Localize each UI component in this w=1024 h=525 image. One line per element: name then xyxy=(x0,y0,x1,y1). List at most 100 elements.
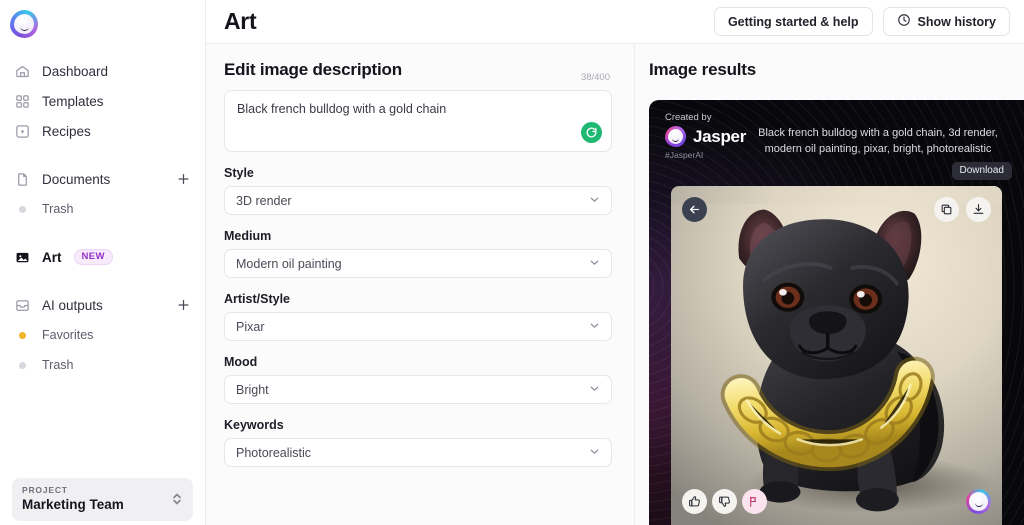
content: Edit image description 38/400 Black fren… xyxy=(206,44,1024,525)
select-value: 3D render xyxy=(236,193,292,208)
panel-fade xyxy=(206,465,634,525)
field-label: Keywords xyxy=(224,418,284,432)
sidebar-item-label: Dashboard xyxy=(42,63,109,79)
refresh-icon[interactable] xyxy=(581,122,602,143)
chevron-up-down-icon xyxy=(171,491,183,507)
inbox-icon xyxy=(14,297,30,313)
artist-style-select[interactable]: Pixar xyxy=(224,312,612,341)
page-title: Art xyxy=(224,8,257,34)
sidebar-item-label: Trash xyxy=(42,358,74,372)
grid-icon xyxy=(14,93,30,109)
field-mood: Mood Bright xyxy=(224,355,612,404)
card-header: Created by Jasper #JasperAI Black french… xyxy=(649,100,1024,160)
brand-tag: #JasperAI xyxy=(665,150,704,160)
chevron-down-icon xyxy=(588,256,601,272)
description-value: Black french bulldog with a gold chain xyxy=(237,102,447,116)
getting-started-help-button[interactable]: Getting started & help xyxy=(713,7,873,36)
jasper-watermark-icon[interactable] xyxy=(966,489,991,514)
field-label: Mood xyxy=(224,355,258,369)
project-caption: PROJECT xyxy=(22,485,68,495)
chevron-down-icon xyxy=(588,445,601,461)
sidebar-item-label: Favorites xyxy=(42,328,94,342)
medium-select[interactable]: Modern oil painting xyxy=(224,249,612,278)
show-history-label: Show history xyxy=(917,14,996,29)
sidebar-item-dashboard[interactable]: Dashboard xyxy=(0,56,205,86)
brand-row: Jasper xyxy=(665,126,746,147)
edit-image-description-panel: Edit image description 38/400 Black fren… xyxy=(206,44,634,525)
sidebar-item-ai-trash[interactable]: Trash xyxy=(0,350,205,380)
logo-smile xyxy=(19,26,29,32)
sidebar-item-ai-outputs[interactable]: AI outputs xyxy=(0,290,205,320)
home-icon xyxy=(14,63,30,79)
sidebar-item-label: Trash xyxy=(42,202,74,216)
field-keywords: Keywords Photorealistic xyxy=(224,418,612,467)
show-history-button[interactable]: Show history xyxy=(882,7,1010,36)
sidebar-item-art[interactable]: Art NEW xyxy=(0,242,205,272)
sidebar: Dashboard Templates Recipes Documents Tr… xyxy=(0,0,206,525)
topbar: Art Getting started & help Show history xyxy=(206,0,1024,44)
play-square-icon xyxy=(14,123,30,139)
dot-icon xyxy=(14,201,30,217)
style-select[interactable]: 3D render xyxy=(224,186,612,215)
field-medium: Medium Modern oil painting xyxy=(224,229,612,278)
jasper-blob-logo-icon[interactable] xyxy=(10,10,38,38)
sidebar-item-templates[interactable]: Templates xyxy=(0,86,205,116)
chevron-down-icon xyxy=(588,193,601,209)
document-icon xyxy=(14,171,30,187)
chevron-down-icon xyxy=(588,382,601,398)
app-root: Dashboard Templates Recipes Documents Tr… xyxy=(0,0,1024,525)
select-value: Bright xyxy=(236,382,269,397)
sidebar-item-label: AI outputs xyxy=(42,297,103,313)
project-text: PROJECT Marketing Team xyxy=(22,485,124,512)
topbar-actions: Getting started & help Show history xyxy=(713,7,1010,36)
flag-icon[interactable] xyxy=(742,489,767,514)
description-textarea[interactable]: Black french bulldog with a gold chain xyxy=(224,90,612,152)
field-artist-style: Artist/Style Pixar xyxy=(224,292,612,341)
image-results-panel: Image results Created by Jasper #JasperA… xyxy=(634,44,1024,525)
chevron-down-icon xyxy=(588,319,601,335)
dog-illustration xyxy=(671,203,1002,525)
sidebar-item-favorites[interactable]: Favorites xyxy=(0,320,205,350)
logo-smile xyxy=(672,138,679,142)
thumbs-down-icon[interactable] xyxy=(712,489,737,514)
download-icon[interactable] xyxy=(966,197,991,222)
edit-section-title: Edit image description xyxy=(224,60,402,79)
image-results-title: Image results xyxy=(649,60,757,79)
prompt-echo: Black french bulldog with a gold chain, … xyxy=(758,127,998,155)
project-switcher[interactable]: PROJECT Marketing Team xyxy=(12,478,193,521)
sidebar-item-label: Recipes xyxy=(42,123,91,139)
logo-smile xyxy=(974,503,983,507)
field-style: Style 3D render xyxy=(224,166,612,215)
arrow-left-icon[interactable] xyxy=(682,197,707,222)
download-tooltip: Download xyxy=(951,162,1012,180)
copy-icon[interactable] xyxy=(934,197,959,222)
thumbs-up-icon[interactable] xyxy=(682,489,707,514)
select-value: Photorealistic xyxy=(236,445,312,460)
sidebar-item-documents[interactable]: Documents xyxy=(0,164,205,194)
dot-gold-icon xyxy=(14,327,30,343)
project-name: Marketing Team xyxy=(22,497,124,512)
add-ai-output-button[interactable] xyxy=(176,298,191,313)
brand[interactable] xyxy=(0,0,205,46)
main: Art Getting started & help Show history … xyxy=(206,0,1024,525)
field-label: Medium xyxy=(224,229,272,243)
image-icon xyxy=(14,249,30,265)
sidebar-item-documents-trash[interactable]: Trash xyxy=(0,194,205,224)
mood-select[interactable]: Bright xyxy=(224,375,612,404)
sidebar-item-label: Documents xyxy=(42,171,111,187)
generated-image[interactable] xyxy=(671,186,1002,525)
keywords-select[interactable]: Photorealistic xyxy=(224,438,612,467)
add-document-button[interactable] xyxy=(176,172,191,187)
sidebar-item-label: Art xyxy=(42,249,62,265)
new-badge: NEW xyxy=(73,249,113,265)
result-card: Created by Jasper #JasperAI Black french… xyxy=(649,100,1024,525)
sidebar-item-recipes[interactable]: Recipes xyxy=(0,116,205,146)
select-value: Modern oil painting xyxy=(236,256,342,271)
dot-icon xyxy=(14,357,30,373)
created-by-block: Created by Jasper #JasperAI xyxy=(665,112,746,160)
brand-name: Jasper xyxy=(693,126,747,146)
getting-started-label: Getting started & help xyxy=(727,14,859,29)
